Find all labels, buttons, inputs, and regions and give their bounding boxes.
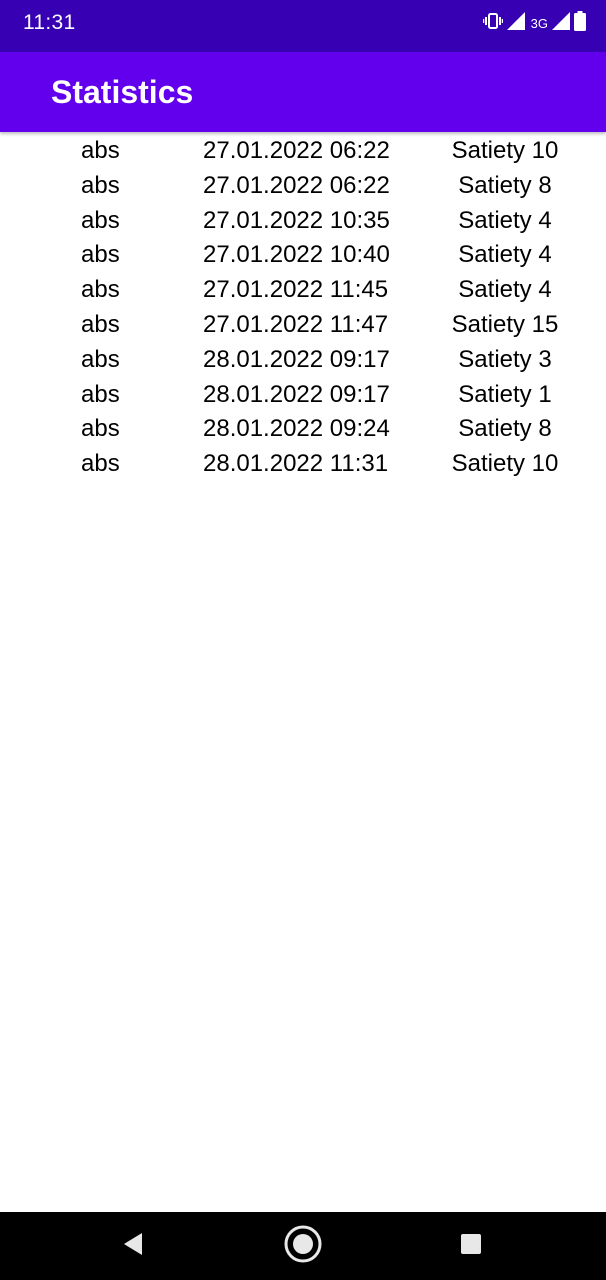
entry-date: 28.01.2022 09:17 <box>203 380 390 408</box>
back-icon <box>122 1232 144 1261</box>
entry-name: abs <box>81 310 120 338</box>
entry-satiety: Satiety 8 <box>458 415 552 443</box>
entry-date: 28.01.2022 11:31 <box>203 450 389 478</box>
list-item: abs 28.01.2022 09:17 Satiety 3 <box>0 343 606 378</box>
vibrate-icon <box>482 12 503 35</box>
entry-name: abs <box>81 450 120 478</box>
app-bar: Statistics <box>0 52 606 132</box>
entry-name: abs <box>81 380 120 408</box>
list-item: abs 27.01.2022 11:47 Satiety 15 <box>0 308 606 343</box>
entry-name: abs <box>81 345 120 373</box>
recents-button[interactable] <box>449 1224 493 1268</box>
entry-satiety: Satiety 15 <box>451 310 559 338</box>
entry-date: 27.01.2022 06:22 <box>203 171 390 199</box>
entry-date: 27.01.2022 10:40 <box>203 241 390 269</box>
signal-3g-icon <box>552 11 570 35</box>
entry-satiety: Satiety 10 <box>451 450 559 478</box>
entry-satiety: Satiety 1 <box>458 380 552 408</box>
entry-satiety: Satiety 10 <box>451 137 559 164</box>
home-button[interactable] <box>281 1224 325 1268</box>
entry-satiety: Satiety 4 <box>458 241 552 269</box>
entry-name: abs <box>81 415 120 443</box>
entry-date: 27.01.2022 06:22 <box>203 137 390 164</box>
list-item: abs 27.01.2022 10:40 Satiety 4 <box>0 238 606 273</box>
statistics-screen: 11:31 3G Statistics abs 27.01.2022 06:22… <box>0 0 606 1280</box>
network-label: 3G <box>530 15 548 31</box>
entry-satiety: Satiety 3 <box>458 345 552 373</box>
list-item: abs 28.01.2022 09:24 Satiety 8 <box>0 412 606 447</box>
list-item: abs 28.01.2022 09:17 Satiety 1 <box>0 378 606 413</box>
entry-name: abs <box>81 206 120 234</box>
entry-date: 28.01.2022 09:24 <box>203 415 390 443</box>
entry-date: 27.01.2022 10:35 <box>203 206 390 234</box>
entry-name: abs <box>81 171 120 199</box>
status-time: 11:31 <box>23 11 76 34</box>
entry-date: 28.01.2022 09:17 <box>203 345 390 373</box>
entry-date: 27.01.2022 11:45 <box>203 276 389 304</box>
entry-date: 27.01.2022 11:47 <box>203 310 389 338</box>
entry-satiety: Satiety 4 <box>458 276 552 304</box>
page-title: Statistics <box>51 74 194 110</box>
status-bar: 11:31 3G <box>0 0 606 52</box>
entry-name: abs <box>81 241 120 269</box>
battery-icon <box>574 10 586 36</box>
list-item: abs 28.01.2022 11:31 Satiety 10 <box>0 447 606 482</box>
home-icon <box>283 1224 323 1269</box>
signal-icon <box>506 11 525 35</box>
back-button[interactable] <box>111 1224 155 1268</box>
list-item: abs 27.01.2022 06:22 Satiety 8 <box>0 169 606 204</box>
entry-satiety: Satiety 8 <box>458 171 552 199</box>
list-item: abs 27.01.2022 06:22 Satiety 10 <box>0 134 606 169</box>
list-item: abs 27.01.2022 10:35 Satiety 4 <box>0 204 606 239</box>
status-icons: 3G <box>482 10 586 36</box>
entry-satiety: Satiety 4 <box>458 206 552 234</box>
statistics-list: abs 27.01.2022 06:22 Satiety 10 abs 27.0… <box>0 134 606 482</box>
entry-name: abs <box>81 137 120 164</box>
entry-name: abs <box>81 276 120 304</box>
recents-icon <box>460 1233 482 1260</box>
navigation-bar <box>0 1212 606 1280</box>
list-item: abs 27.01.2022 11:45 Satiety 4 <box>0 273 606 308</box>
